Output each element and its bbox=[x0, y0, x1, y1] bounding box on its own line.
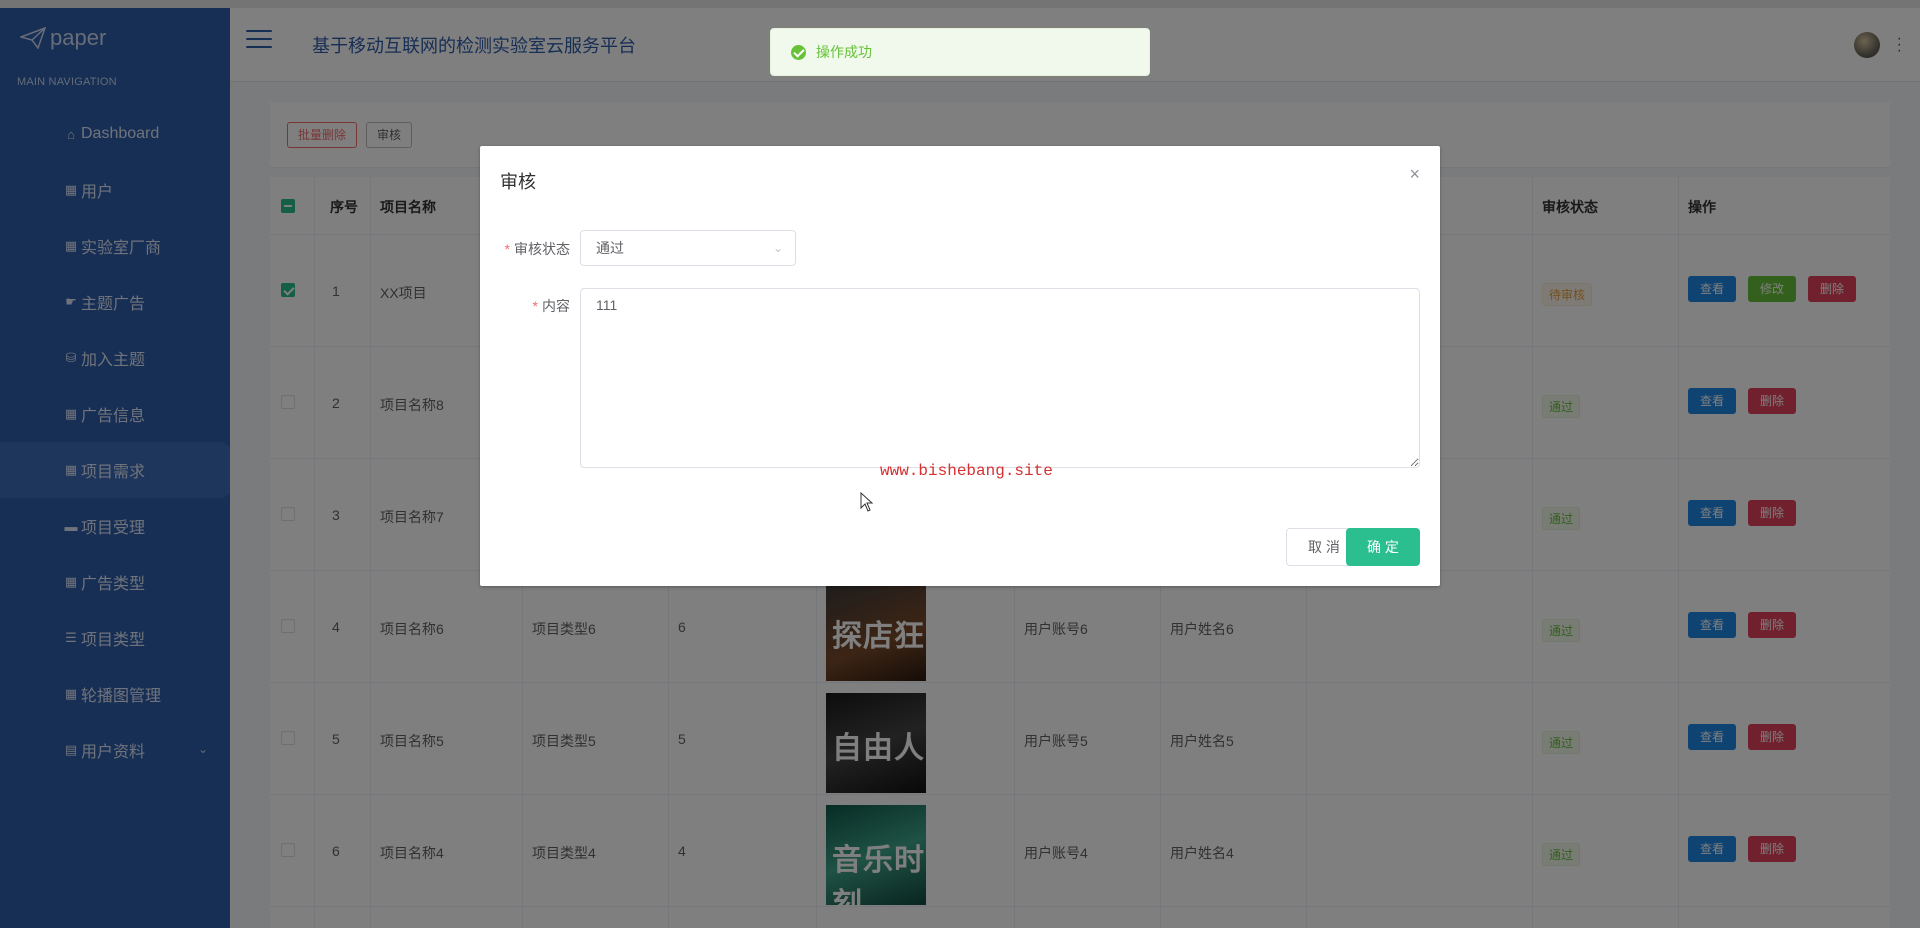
select-value: 通过 bbox=[596, 240, 624, 256]
toast-message: 操作成功 bbox=[816, 44, 872, 60]
chevron-down-icon: ⌄ bbox=[772, 241, 783, 255]
check-circle-icon bbox=[791, 44, 806, 60]
content-textarea[interactable]: 111 bbox=[580, 288, 1420, 468]
watermark-text: www.bishebang.site bbox=[880, 462, 1053, 480]
confirm-button[interactable]: 确 定 bbox=[1346, 528, 1420, 566]
content-label: * 内容 bbox=[532, 298, 570, 314]
dialog-title: 审核 bbox=[500, 172, 536, 192]
audit-status-select[interactable]: 通过 ⌄ bbox=[580, 230, 796, 266]
close-icon[interactable]: × bbox=[1409, 164, 1420, 185]
status-label: * 审核状态 bbox=[504, 241, 570, 257]
success-toast: 操作成功 bbox=[770, 28, 1150, 76]
mouse-cursor-icon bbox=[860, 492, 874, 512]
audit-dialog: 审核 × * 审核状态 通过 ⌄ * 内容 111 取 消 确 定 bbox=[480, 146, 1440, 586]
